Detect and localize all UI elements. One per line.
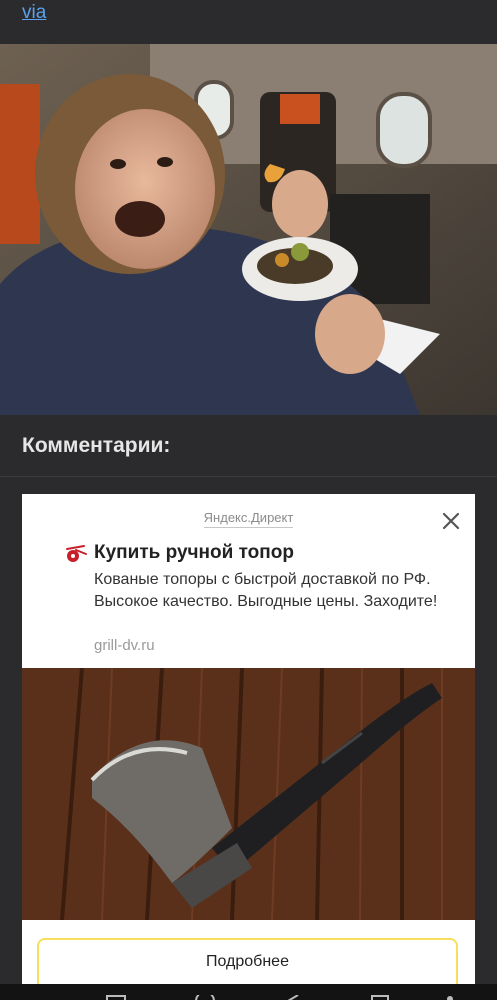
axe-image[interactable] [22,668,475,920]
ad-title[interactable]: Купить ручной топор [94,542,294,564]
comments-heading: Комментарии: [22,434,171,457]
accessibility-icon[interactable] [370,995,390,1000]
person-icon[interactable] [440,995,460,1000]
ad-card[interactable]: Яндекс.Директ Купить ручной топор Кованы… [22,494,475,984]
via-link[interactable]: via [22,2,46,24]
back-icon[interactable] [284,995,304,1000]
ad-domain[interactable]: grill-dv.ru [94,637,155,654]
menu-icon[interactable] [106,995,126,1000]
system-nav-bar [0,984,497,1000]
ad-more-button[interactable]: Подробнее [37,938,458,984]
ad-description[interactable]: Кованые топоры с быстрой доставкой по РФ… [94,569,464,613]
home-icon[interactable] [194,995,216,1000]
ad-source-label[interactable]: Яндекс.Директ [22,510,475,528]
close-icon[interactable] [441,511,461,531]
airplane-photo [0,44,497,415]
divider [0,476,497,477]
grill-logo-icon [66,545,87,562]
